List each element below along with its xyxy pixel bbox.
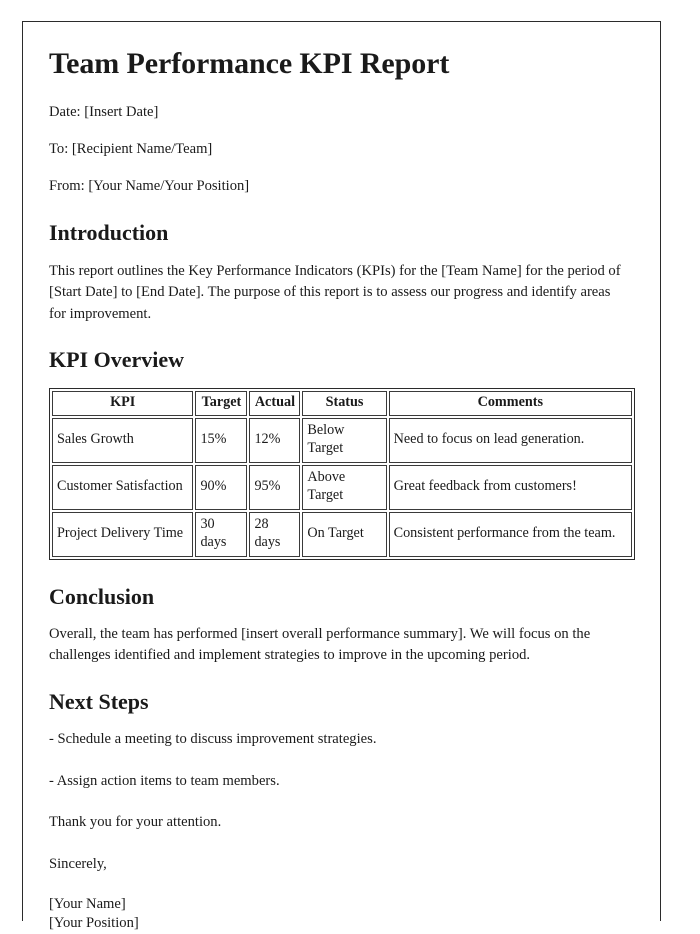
document-body: Team Performance KPI Report Date: [Inser… [23,22,660,934]
conclusion-heading: Conclusion [49,583,155,609]
cell-actual: 95% [249,464,301,510]
introduction-heading: Introduction [49,220,169,246]
cell-actual: 28 days [249,511,301,557]
next-steps-item-2: - Assign action items to team members. [49,772,280,789]
cell-target: 15% [195,417,248,463]
signature-position: [Your Position] [49,915,139,932]
column-header-comments: Comments [388,390,632,416]
introduction-paragraph: This report outlines the Key Performance… [49,262,621,322]
table-row: Sales Growth 15% 12% Below Target Need t… [52,417,632,463]
kpi-table: KPI Target Actual Status Comments Sales … [49,387,635,560]
column-header-actual: Actual [249,390,301,416]
kpi-overview-heading: KPI Overview [49,347,185,373]
cell-target: 30 days [195,511,248,557]
thank-you-line: Thank you for your attention. [49,814,222,831]
from-line: From: [Your Name/Your Position] [49,177,250,194]
table-row: Customer Satisfaction 90% 95% Above Targ… [52,464,632,510]
cell-kpi: Sales Growth [52,417,194,463]
cell-kpi: Project Delivery Time [52,511,194,557]
cell-status: Below Target [302,417,387,463]
date-line: Date: [Insert Date] [49,104,159,121]
signature-block: [Your Name] [Your Position] [49,895,621,934]
cell-status: On Target [302,511,387,557]
cell-kpi: Customer Satisfaction [52,464,194,510]
cell-target: 90% [195,464,248,510]
column-header-target: Target [195,390,248,416]
cell-status: Above Target [302,464,387,510]
table-header-row: KPI Target Actual Status Comments [52,390,632,416]
to-line: To: [Recipient Name/Team] [49,141,213,158]
closing-line: Sincerely, [49,855,107,872]
document-page: Team Performance KPI Report Date: [Inser… [22,21,661,931]
next-steps-item-1: - Schedule a meeting to discuss improvem… [49,731,377,748]
column-header-kpi: KPI [52,390,194,416]
cell-comments: Great feedback from customers! [388,464,632,510]
table-row: Project Delivery Time 30 days 28 days On… [52,511,632,557]
column-header-status: Status [302,390,387,416]
signature-name: [Your Name] [49,895,126,912]
cell-comments: Consistent performance from the team. [388,511,632,557]
kpi-table-container: KPI Target Actual Status Comments Sales … [49,387,635,560]
page-title: Team Performance KPI Report [49,47,450,80]
next-steps-heading: Next Steps [49,688,149,714]
cell-actual: 12% [249,417,301,463]
conclusion-paragraph: Overall, the team has performed [insert … [49,625,591,664]
cell-comments: Need to focus on lead generation. [388,417,632,463]
